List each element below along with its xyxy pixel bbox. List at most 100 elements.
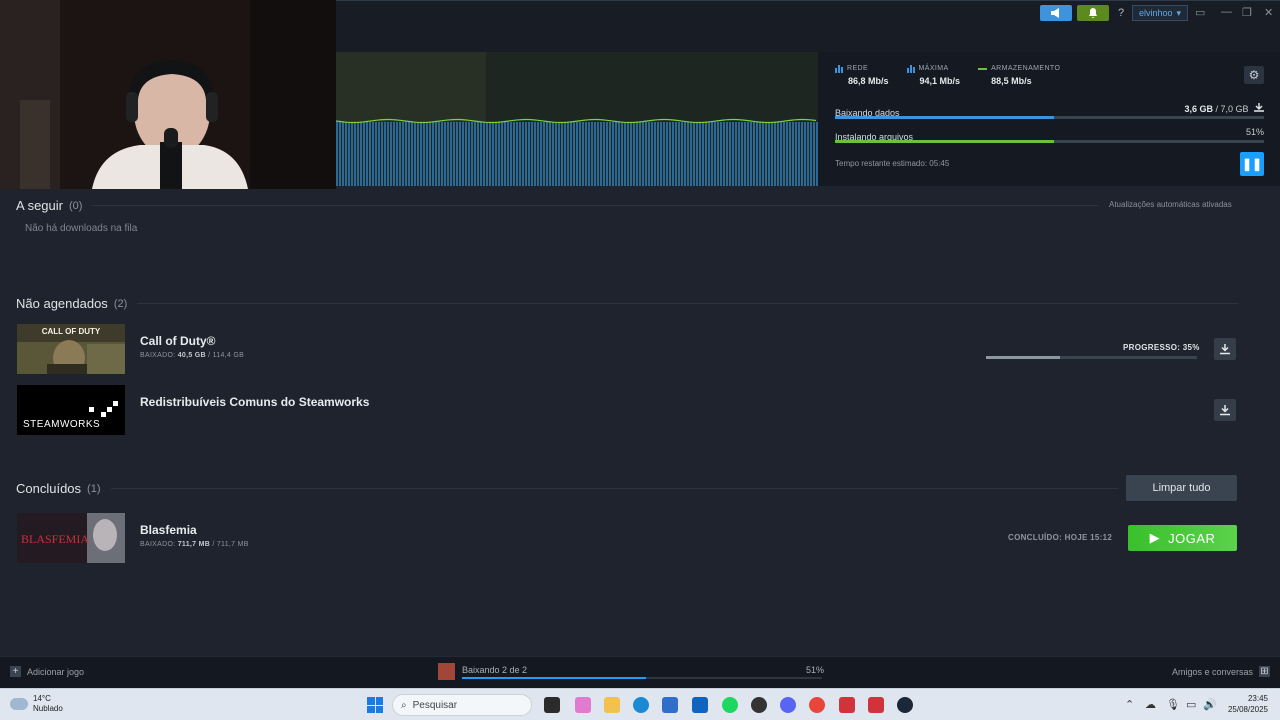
graph-bar <box>432 122 434 186</box>
pause-button[interactable]: ❚❚ <box>1240 152 1264 176</box>
settings-button[interactable]: ⚙ <box>1244 66 1264 84</box>
search-placeholder: Pesquisar <box>412 699 458 711</box>
minimize-icon[interactable]: — <box>1221 6 1232 18</box>
big-picture-icon[interactable]: ▭ <box>1195 6 1205 19</box>
file-explorer-icon[interactable] <box>604 697 620 713</box>
graph-bar <box>606 122 608 186</box>
current-download-thumbnail[interactable] <box>438 663 455 680</box>
steam-icon[interactable] <box>897 697 913 713</box>
graph-bar <box>627 122 629 186</box>
webcam-image <box>0 0 336 189</box>
completed-title: Concluídos <box>16 481 82 496</box>
graph-bar <box>765 122 767 186</box>
graph-bar <box>804 122 806 186</box>
game-title[interactable]: Call of Duty® <box>140 334 216 348</box>
download-item-steamworks[interactable]: STEAMWORKS Redistribuíveis Comuns do Ste… <box>16 385 1238 437</box>
graph-bar <box>408 122 410 186</box>
graph-bar <box>789 122 791 186</box>
auto-updates-status: Atualizações automáticas ativadas <box>1109 200 1232 209</box>
help-button[interactable]: ? <box>1118 7 1124 19</box>
close-icon[interactable]: ✕ <box>1264 6 1273 19</box>
installing-bar <box>835 140 1264 143</box>
obs-icon[interactable] <box>751 697 767 713</box>
chevron-down-icon: ▾ <box>1176 7 1182 18</box>
microphone-icon[interactable]: 🎙 <box>1166 698 1180 711</box>
graph-bar <box>540 122 542 186</box>
task-view-icon[interactable] <box>544 697 560 713</box>
graph-bar <box>570 122 572 186</box>
download-item-call-of-duty[interactable]: CALL OF DUTY Call of Duty® BAIXADO: 40,5… <box>16 324 1238 376</box>
graph-bar <box>741 122 743 186</box>
weather-widget[interactable]: 14°C Nublado <box>10 694 63 714</box>
game-title[interactable]: Redistribuíveis Comuns do Steamworks <box>140 395 369 409</box>
chevron-up-icon[interactable]: ⌃ <box>1125 698 1134 711</box>
graph-bar <box>714 122 716 186</box>
spotify-icon[interactable] <box>722 697 738 713</box>
chrome-icon[interactable] <box>809 697 825 713</box>
stat-peak-value: 94,1 Mb/s <box>919 76 961 86</box>
download-button[interactable] <box>1214 399 1236 421</box>
onedrive-icon[interactable]: ☁ <box>1145 698 1156 711</box>
game-title[interactable]: Blasfemia <box>140 523 197 537</box>
game-thumbnail[interactable]: STEAMWORKS <box>17 385 125 435</box>
graph-bar <box>693 122 695 186</box>
graph-bar <box>438 122 440 186</box>
graph-bar <box>669 122 671 186</box>
graph-bar <box>657 122 659 186</box>
graph-bar <box>756 122 758 186</box>
graph-bar <box>396 122 398 186</box>
graph-bar <box>516 122 518 186</box>
downloads-percent: 51% <box>806 665 825 675</box>
play-button[interactable]: ▶ JOGAR <box>1128 525 1237 551</box>
downloads-status[interactable]: Baixando 2 de 2 <box>462 665 527 675</box>
graph-bar <box>762 122 764 186</box>
empty-queue-message: Não há downloads na fila <box>25 223 138 234</box>
outlook-icon[interactable] <box>692 697 708 713</box>
graph-bar <box>807 122 809 186</box>
account-menu[interactable]: elvinhoo ▾ <box>1132 5 1189 21</box>
anydesk-icon[interactable] <box>839 697 855 713</box>
download-button[interactable] <box>1214 338 1236 360</box>
graph-bar <box>468 122 470 186</box>
add-game-button[interactable]: + Adicionar jogo <box>10 666 84 677</box>
graph-bar <box>579 122 581 186</box>
taskbar-search[interactable]: ⌕ Pesquisar <box>392 694 532 716</box>
graph-bar <box>495 122 497 186</box>
graph-bar <box>663 122 665 186</box>
graph-bar <box>672 122 674 186</box>
notifications-button[interactable] <box>1077 5 1109 21</box>
graph-bar <box>621 122 623 186</box>
system-clock[interactable]: 23:45 25/08/2025 <box>1228 693 1268 715</box>
graph-bar <box>375 122 377 186</box>
graph-bar <box>648 122 650 186</box>
announcements-button[interactable] <box>1040 5 1072 21</box>
graph-bar <box>567 122 569 186</box>
maximize-icon[interactable]: ❐ <box>1242 6 1252 19</box>
network-icon[interactable]: ▭ <box>1186 698 1196 711</box>
game-download-size: BAIXADO: 40,5 GB / 114,4 GB <box>140 352 245 359</box>
weather-condition: Nublado <box>33 704 63 713</box>
stat-network-value: 86,8 Mb/s <box>848 76 889 86</box>
game-thumbnail[interactable]: BLASFEMIA <box>17 513 125 563</box>
clear-all-button[interactable]: Limpar tudo <box>1126 475 1237 501</box>
graph-bar <box>774 122 776 186</box>
friends-chat-button[interactable]: Amigos e conversas ⊞ <box>1172 666 1270 677</box>
anydesk-icon-2[interactable] <box>868 697 884 713</box>
copilot-icon[interactable] <box>575 697 591 713</box>
store-icon[interactable] <box>662 697 678 713</box>
graph-bar <box>498 122 500 186</box>
volume-icon[interactable]: 🔊 <box>1203 698 1217 711</box>
graph-bar <box>450 122 452 186</box>
graph-bar <box>477 122 479 186</box>
graph-bar <box>597 122 599 186</box>
discord-icon[interactable] <box>780 697 796 713</box>
stat-network: REDE 86,8 Mb/s <box>835 64 889 86</box>
search-icon: ⌕ <box>401 699 407 711</box>
windows-start-button[interactable] <box>367 697 383 713</box>
game-thumbnail[interactable]: CALL OF DUTY <box>17 324 125 374</box>
graph-bar <box>429 122 431 186</box>
cover-title: STEAMWORKS <box>23 419 100 430</box>
edge-icon[interactable] <box>633 697 649 713</box>
graph-bar <box>366 122 368 186</box>
graph-bar <box>549 122 551 186</box>
